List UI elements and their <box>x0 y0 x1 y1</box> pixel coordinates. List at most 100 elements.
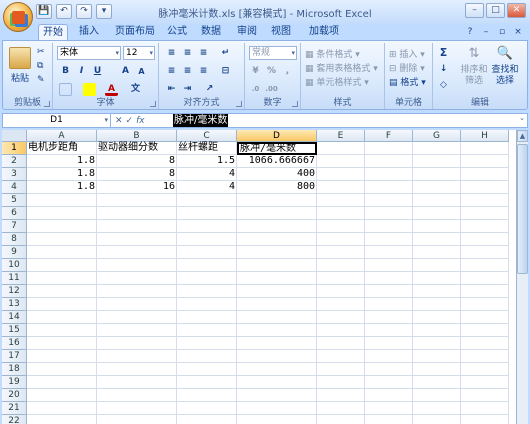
cell-G10[interactable] <box>413 259 461 272</box>
cell-H10[interactable] <box>461 259 509 272</box>
italic-button[interactable]: I <box>75 65 88 78</box>
cell-G11[interactable] <box>413 272 461 285</box>
tab-review[interactable]: 审阅 <box>234 24 260 40</box>
ribbon-minimize-icon[interactable]: – <box>480 27 492 38</box>
cell-F9[interactable] <box>365 246 413 259</box>
cell-A12[interactable] <box>27 285 97 298</box>
cell-E12[interactable] <box>317 285 365 298</box>
row-header-3[interactable]: 3 <box>2 168 27 181</box>
cell-D19[interactable] <box>237 376 317 389</box>
cell-F8[interactable] <box>365 233 413 246</box>
cell-D16[interactable] <box>237 337 317 350</box>
cell-E19[interactable] <box>317 376 365 389</box>
cell-C13[interactable] <box>177 298 237 311</box>
alignment-launcher-icon[interactable] <box>236 101 242 107</box>
cell-C18[interactable] <box>177 363 237 376</box>
cell-E16[interactable] <box>317 337 365 350</box>
cell-B11[interactable] <box>97 272 177 285</box>
cell-C9[interactable] <box>177 246 237 259</box>
cell-F17[interactable] <box>365 350 413 363</box>
align-left-icon[interactable]: ≡ <box>165 65 178 78</box>
cell-A15[interactable] <box>27 324 97 337</box>
cell-C16[interactable] <box>177 337 237 350</box>
cell-H1[interactable] <box>461 142 509 155</box>
tab-page-layout[interactable]: 页面布局 <box>112 24 158 40</box>
cell-F3[interactable] <box>365 168 413 181</box>
bold-button[interactable]: B <box>59 65 72 78</box>
cell-F16[interactable] <box>365 337 413 350</box>
row-header-4[interactable]: 4 <box>2 181 27 194</box>
cell-D14[interactable] <box>237 311 317 324</box>
cell-C12[interactable] <box>177 285 237 298</box>
cell-F12[interactable] <box>365 285 413 298</box>
cell-F1[interactable] <box>365 142 413 155</box>
cell-B8[interactable] <box>97 233 177 246</box>
cell-H21[interactable] <box>461 402 509 415</box>
cell-E3[interactable] <box>317 168 365 181</box>
row-header-10[interactable]: 10 <box>2 259 27 272</box>
cell-B12[interactable] <box>97 285 177 298</box>
cell-C14[interactable] <box>177 311 237 324</box>
insert-function-button[interactable]: fx <box>136 116 145 126</box>
row-header-15[interactable]: 15 <box>2 324 27 337</box>
cell-H15[interactable] <box>461 324 509 337</box>
ribbon-restore-icon[interactable]: ▫ <box>496 27 508 38</box>
column-header-C[interactable]: C <box>177 130 237 142</box>
cell-B19[interactable] <box>97 376 177 389</box>
cell-G22[interactable] <box>413 415 461 424</box>
cell-D17[interactable] <box>237 350 317 363</box>
cell-H3[interactable] <box>461 168 509 181</box>
maximize-button[interactable]: □ <box>486 3 505 18</box>
font-size-combo[interactable]: 12 ▾ <box>123 46 155 60</box>
row-header-7[interactable]: 7 <box>2 220 27 233</box>
cell-E6[interactable] <box>317 207 365 220</box>
cell-E20[interactable] <box>317 389 365 402</box>
vertical-scrollbar[interactable]: ▲ <box>516 130 528 424</box>
cell-B16[interactable] <box>97 337 177 350</box>
cell-A16[interactable] <box>27 337 97 350</box>
cell-D5[interactable] <box>237 194 317 207</box>
grow-font-button[interactable]: A <box>119 65 132 78</box>
clear-icon[interactable]: ◇ <box>437 79 450 92</box>
cell-G19[interactable] <box>413 376 461 389</box>
cell-A9[interactable] <box>27 246 97 259</box>
cell-A19[interactable] <box>27 376 97 389</box>
cell-G1[interactable] <box>413 142 461 155</box>
cell-D2[interactable]: 1066.666667 <box>237 155 317 168</box>
tab-insert[interactable]: 插入 <box>76 24 102 40</box>
cell-F5[interactable] <box>365 194 413 207</box>
cell-D8[interactable] <box>237 233 317 246</box>
cell-H12[interactable] <box>461 285 509 298</box>
cell-G17[interactable] <box>413 350 461 363</box>
tab-home[interactable]: 开始 <box>38 24 68 40</box>
row-header-8[interactable]: 8 <box>2 233 27 246</box>
scroll-up-icon[interactable]: ▲ <box>517 130 528 142</box>
cell-G18[interactable] <box>413 363 461 376</box>
format-painter-icon[interactable]: ✎ <box>37 75 45 85</box>
row-header-12[interactable]: 12 <box>2 285 27 298</box>
cell-D18[interactable] <box>237 363 317 376</box>
cell-A10[interactable] <box>27 259 97 272</box>
cell-B15[interactable] <box>97 324 177 337</box>
row-header-14[interactable]: 14 <box>2 311 27 324</box>
row-header-2[interactable]: 2 <box>2 155 27 168</box>
cell-B7[interactable] <box>97 220 177 233</box>
cell-H22[interactable] <box>461 415 509 424</box>
row-header-11[interactable]: 11 <box>2 272 27 285</box>
row-header-5[interactable]: 5 <box>2 194 27 207</box>
cell-E2[interactable] <box>317 155 365 168</box>
column-header-G[interactable]: G <box>413 130 461 142</box>
cell-A20[interactable] <box>27 389 97 402</box>
customize-qat-icon[interactable]: ▾ <box>96 4 112 19</box>
cell-A4[interactable]: 1.8 <box>27 181 97 194</box>
cell-E22[interactable] <box>317 415 365 424</box>
format-cells-button[interactable]: ▤ 格式 ▾ <box>389 75 426 88</box>
cell-G21[interactable] <box>413 402 461 415</box>
conditional-format-button[interactable]: ▦ 条件格式 ▾ <box>305 47 360 60</box>
minimize-button[interactable]: – <box>465 3 484 18</box>
cell-B14[interactable] <box>97 311 177 324</box>
cell-E18[interactable] <box>317 363 365 376</box>
cell-G13[interactable] <box>413 298 461 311</box>
align-right-icon[interactable]: ≡ <box>197 65 210 78</box>
autosum-button[interactable]: Σ <box>437 46 450 59</box>
